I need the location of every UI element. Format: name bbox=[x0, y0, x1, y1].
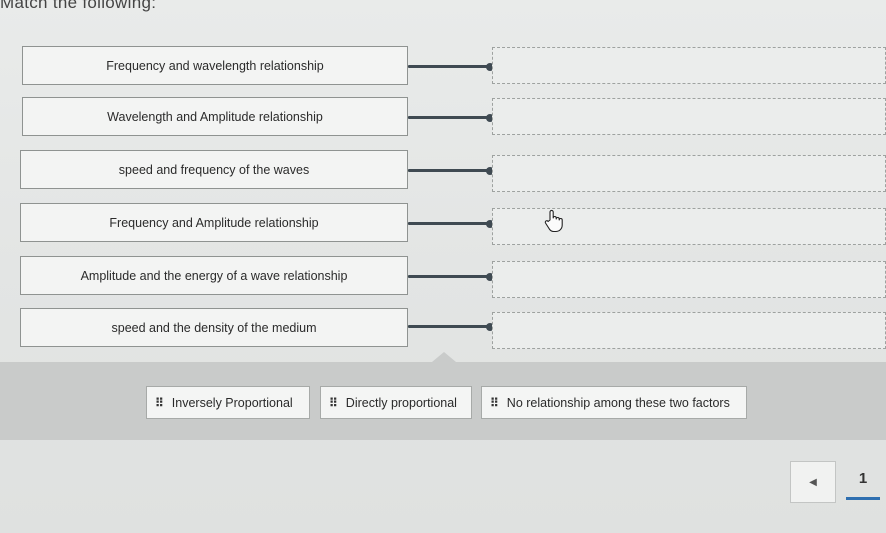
prompt-box: Frequency and Amplitude relationship bbox=[20, 203, 408, 242]
answer-dropzone[interactable] bbox=[492, 312, 886, 349]
prompt-box: speed and frequency of the waves bbox=[20, 150, 408, 189]
answer-dropzone[interactable] bbox=[492, 261, 886, 298]
previous-page-button[interactable]: ◀ bbox=[790, 461, 836, 503]
match-row-6: speed and the density of the medium bbox=[0, 308, 886, 352]
answer-dropzone[interactable] bbox=[492, 98, 886, 135]
connector-line bbox=[408, 275, 490, 278]
connector-line bbox=[408, 325, 490, 328]
prompt-label: Frequency and wavelength relationship bbox=[106, 58, 324, 73]
answer-chip-directly-proportional[interactable]: ⠿ Directly proportional bbox=[320, 386, 472, 419]
prompt-label: speed and the density of the medium bbox=[111, 320, 317, 335]
prompt-box: Wavelength and Amplitude relationship bbox=[22, 97, 408, 136]
answer-dropzone[interactable] bbox=[492, 155, 886, 192]
answer-dropzone[interactable] bbox=[492, 47, 886, 84]
answer-chip-inversely-proportional[interactable]: ⠿ Inversely Proportional bbox=[146, 386, 310, 419]
answer-bank-pointer bbox=[432, 352, 456, 362]
hand-pointer-cursor-icon bbox=[544, 209, 563, 233]
match-row-5: Amplitude and the energy of a wave relat… bbox=[0, 256, 886, 300]
prompt-label: Frequency and Amplitude relationship bbox=[109, 215, 319, 230]
match-row-3: speed and frequency of the waves bbox=[0, 150, 886, 194]
match-row-4: Frequency and Amplitude relationship bbox=[0, 203, 886, 247]
prompt-box: Amplitude and the energy of a wave relat… bbox=[20, 256, 408, 295]
chevron-left-icon: ◀ bbox=[809, 476, 817, 488]
prompt-label: Amplitude and the energy of a wave relat… bbox=[80, 268, 348, 283]
answer-chip-label: No relationship among these two factors bbox=[506, 395, 730, 410]
prompt-box: speed and the density of the medium bbox=[20, 308, 408, 347]
prompt-label: speed and frequency of the waves bbox=[118, 162, 310, 177]
match-row-1: Frequency and wavelength relationship bbox=[0, 46, 886, 90]
drag-handle-icon[interactable]: ⠿ bbox=[155, 396, 164, 410]
current-page-indicator[interactable]: 1 bbox=[846, 470, 880, 500]
answer-chip-no-relationship[interactable]: ⠿ No relationship among these two factor… bbox=[481, 386, 747, 419]
prompt-box: Frequency and wavelength relationship bbox=[22, 46, 408, 85]
connector-line bbox=[408, 169, 490, 172]
drag-handle-icon[interactable]: ⠿ bbox=[490, 396, 499, 410]
match-row-2: Wavelength and Amplitude relationship bbox=[0, 97, 886, 141]
drag-handle-icon[interactable]: ⠿ bbox=[329, 396, 338, 410]
connector-line bbox=[408, 222, 490, 225]
prompt-label: Wavelength and Amplitude relationship bbox=[107, 109, 323, 124]
answer-chip-label: Directly proportional bbox=[345, 395, 457, 410]
answer-chip-label: Inversely Proportional bbox=[171, 395, 293, 410]
connector-line bbox=[408, 116, 490, 119]
connector-line bbox=[408, 65, 490, 68]
instructions-title: Match the following: bbox=[0, 0, 157, 12]
